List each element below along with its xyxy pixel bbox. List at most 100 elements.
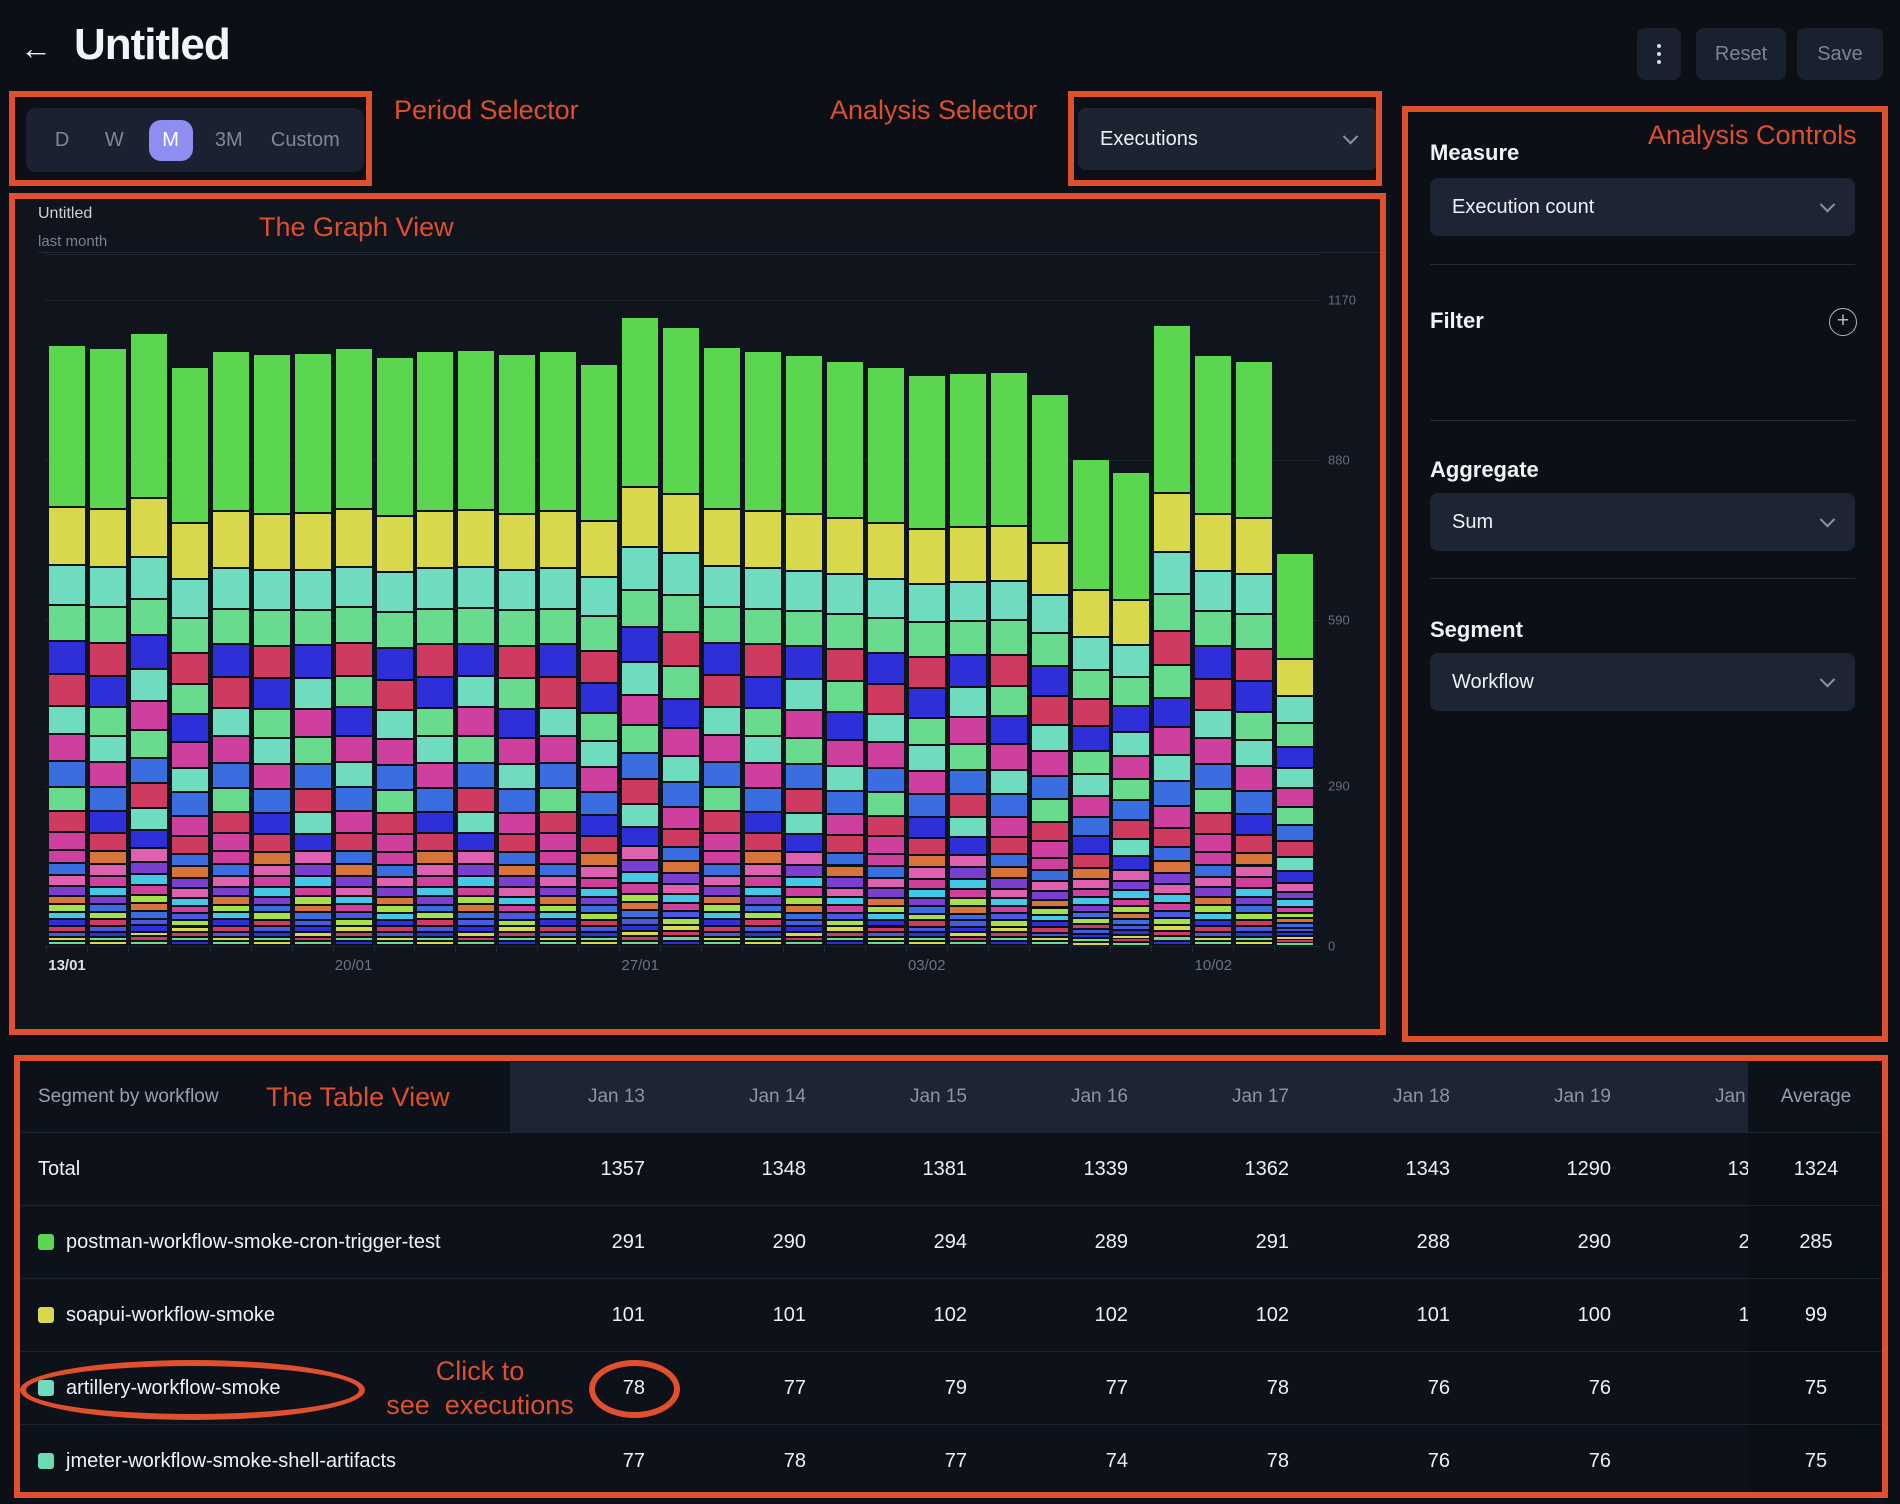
value-cell: 78 — [1154, 1425, 1315, 1497]
bar-segment — [499, 515, 535, 570]
period-option-w[interactable]: W — [96, 120, 132, 161]
bar-segment — [295, 888, 331, 895]
table-row[interactable]: artillery-workflow-smoke7877797778767676… — [20, 1351, 1884, 1424]
bar-segment — [745, 927, 781, 931]
bar-segment — [1113, 943, 1149, 945]
stacked-bar[interactable] — [1277, 554, 1313, 946]
bar-segment — [1073, 906, 1109, 911]
bar-segment — [458, 877, 494, 886]
stacked-bar[interactable] — [254, 355, 290, 946]
stacked-bar[interactable] — [377, 358, 413, 946]
bar-segment — [991, 928, 1027, 932]
table-row[interactable]: soapui-workflow-smoke1011011021021021011… — [20, 1278, 1884, 1351]
bar-segment — [991, 621, 1027, 653]
bar-segment — [704, 676, 740, 705]
table-row[interactable]: Total13571348138113391362134312901341132… — [20, 1132, 1884, 1205]
back-arrow-icon[interactable]: ← — [20, 30, 52, 67]
bar-segment — [868, 580, 904, 617]
period-option-3m[interactable]: 3M — [209, 120, 249, 161]
bar-segment — [745, 764, 781, 787]
kebab-menu-button[interactable] — [1637, 28, 1681, 80]
stacked-bar[interactable] — [49, 346, 85, 946]
stacked-bar[interactable] — [1073, 460, 1109, 946]
stacked-bar[interactable] — [295, 354, 331, 946]
stacked-bar[interactable] — [1154, 326, 1190, 946]
stacked-bar[interactable] — [868, 368, 904, 946]
bar-segment — [1236, 878, 1272, 887]
stacked-bar[interactable] — [1113, 473, 1149, 946]
stacked-bar[interactable] — [540, 352, 576, 946]
bar-segment — [540, 678, 576, 707]
bar-segment — [336, 708, 372, 735]
bar-segment — [663, 874, 699, 883]
bar-segment — [786, 898, 822, 904]
bar-segment — [622, 884, 658, 892]
period-option-d[interactable]: D — [44, 120, 80, 161]
stacked-bar[interactable] — [663, 328, 699, 946]
stacked-bar[interactable] — [704, 348, 740, 946]
bar-segment — [581, 578, 617, 616]
bar-segment — [377, 921, 413, 925]
stacked-bar[interactable] — [1236, 362, 1272, 946]
bar-segment — [336, 938, 372, 940]
aggregate-dropdown[interactable]: Sum — [1430, 493, 1855, 551]
bar-segment — [49, 933, 85, 936]
stacked-bar[interactable] — [991, 373, 1027, 946]
bar-segment — [581, 837, 617, 852]
bar-segment — [1073, 898, 1109, 904]
bar-segment — [1032, 909, 1068, 914]
stacked-bar[interactable] — [1032, 395, 1068, 946]
stacked-bar[interactable] — [131, 334, 167, 946]
segment-dropdown[interactable]: Workflow — [1430, 653, 1855, 711]
bar-segment — [704, 938, 740, 940]
table-row[interactable]: jmeter-workflow-smoke-shell-artifacts777… — [20, 1424, 1884, 1497]
bar-segment — [1154, 904, 1190, 910]
bar-segment — [1154, 756, 1190, 780]
stacked-bar[interactable] — [90, 349, 126, 946]
stacked-bar[interactable] — [172, 368, 208, 946]
bar-segment — [417, 877, 453, 886]
column-header: Jan 20 — [1637, 1062, 1748, 1132]
analysis-selector-dropdown[interactable]: Executions — [1078, 108, 1378, 170]
period-option-custom[interactable]: Custom — [265, 120, 346, 161]
bar-segment — [745, 678, 781, 707]
stacked-bar[interactable] — [336, 349, 372, 946]
value-cell: 78 — [510, 1352, 671, 1424]
bar-segment — [213, 678, 249, 707]
bar-segment — [1154, 912, 1190, 917]
stacked-bar[interactable] — [622, 318, 658, 946]
bar-segment — [1154, 932, 1190, 935]
bar-segment — [581, 921, 617, 925]
stacked-bar[interactable] — [581, 365, 617, 946]
save-button[interactable]: Save — [1797, 28, 1883, 80]
column-header: Jan 15 — [832, 1062, 993, 1132]
stacked-bar[interactable] — [827, 362, 863, 946]
stacked-bar[interactable] — [458, 351, 494, 946]
bar-segment — [622, 548, 658, 589]
bar-segment — [172, 907, 208, 913]
value-cell: 74 — [993, 1425, 1154, 1497]
stacked-bar[interactable] — [786, 356, 822, 946]
stacked-bar[interactable] — [1195, 356, 1231, 946]
measure-dropdown[interactable]: Execution count — [1430, 178, 1855, 236]
date-cells: 7877797778767676 — [510, 1352, 1748, 1424]
stacked-bar[interactable] — [950, 374, 986, 946]
stacked-bar[interactable] — [499, 355, 535, 946]
bar-segment — [131, 809, 167, 829]
bar-segment — [458, 938, 494, 940]
add-filter-icon[interactable]: + — [1829, 308, 1857, 336]
stacked-bar[interactable] — [909, 376, 945, 946]
bar-segment — [909, 880, 945, 888]
stacked-bar[interactable] — [213, 352, 249, 946]
bar-segment — [663, 904, 699, 910]
stacked-bar[interactable] — [745, 352, 781, 946]
table-row[interactable]: postman-workflow-smoke-cron-trigger-test… — [20, 1205, 1884, 1278]
reset-button[interactable]: Reset — [1696, 28, 1786, 80]
bar-segment — [499, 790, 535, 812]
bar-segment — [827, 741, 863, 765]
stacked-bar[interactable] — [417, 352, 453, 946]
segment-value: Workflow — [1452, 671, 1534, 694]
bar-segment — [786, 914, 822, 919]
period-option-m[interactable]: M — [149, 120, 193, 161]
bar-segment — [1073, 880, 1109, 888]
